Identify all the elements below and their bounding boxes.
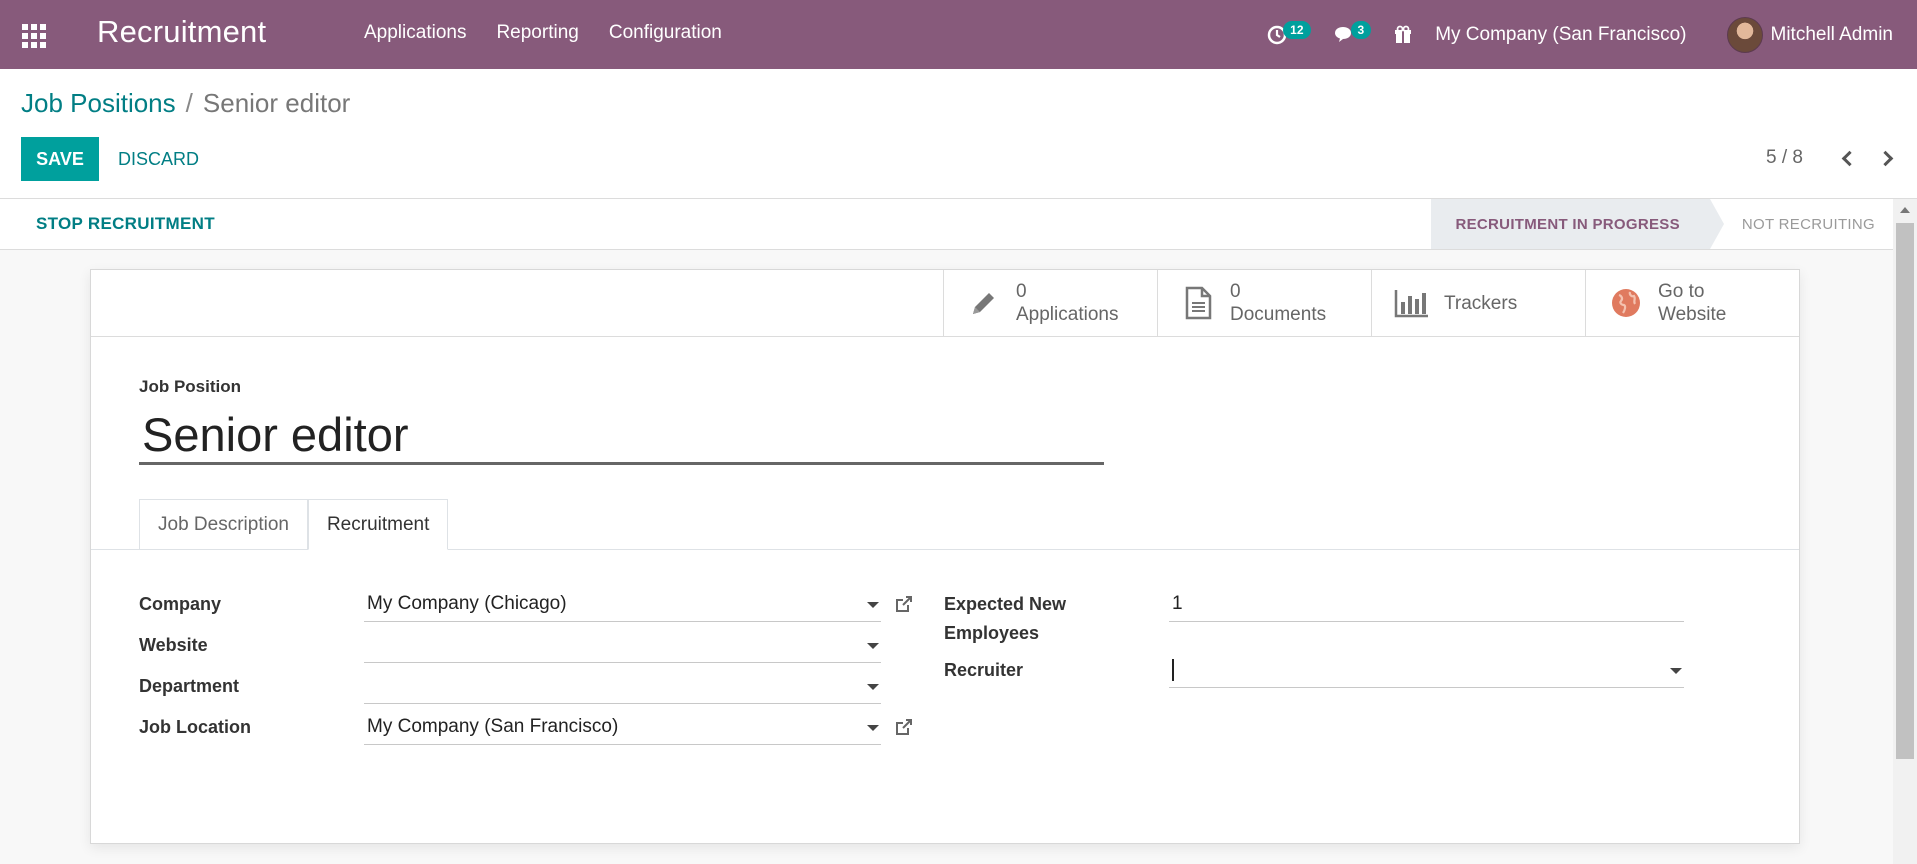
external-link-icon[interactable] [894,594,914,614]
applications-count: 0 [1016,281,1027,302]
go-to-website-smart-button[interactable]: Go to Website [1585,270,1799,336]
job-location-select[interactable]: My Company (San Francisco) [364,709,881,745]
job-location-value: My Company (San Francisco) [367,715,619,737]
trackers-smart-button[interactable]: Trackers [1371,270,1585,336]
recruiter-field-row: Recruiter [944,656,1023,685]
pager: 5 / 8 [1766,146,1917,170]
company-switcher[interactable]: My Company (San Francisco) [1435,24,1686,46]
stage-not-recruiting[interactable]: NOT RECRUITING [1710,199,1893,249]
discard-button[interactable]: DISCARD [118,137,199,181]
expected-employees-field-row: Expected New Employees [944,590,1066,648]
top-menu: Applications Reporting Configuration [364,22,752,44]
department-label: Department [139,676,240,696]
messaging-menu[interactable]: 3 [1333,20,1372,45]
button-box-divider [91,336,1799,337]
website-select[interactable] [364,627,881,663]
activity-badge: 12 [1283,20,1311,39]
tab-job-description[interactable]: Job Description [139,499,308,550]
scrollbar[interactable] [1893,199,1917,864]
user-menu[interactable]: Mitchell Admin [1726,16,1894,53]
document-icon [1180,285,1216,321]
chevron-left-icon [1841,150,1857,166]
recruiter-select[interactable] [1169,652,1684,688]
applications-label: Applications [1016,304,1119,325]
globe-icon [1608,285,1644,321]
control-panel: Job Positions / Senior editor SAVE DISCARD… [0,69,1917,199]
menu-reporting[interactable]: Reporting [496,22,578,44]
website-label: Website [139,635,208,655]
breadcrumb-current: Senior editor [202,88,351,118]
messages-badge: 3 [1350,20,1372,39]
activity-menu[interactable]: 12 [1267,20,1311,45]
trackers-label: Trackers [1444,292,1518,314]
go-to-label: Go to [1658,281,1705,302]
department-select[interactable] [364,668,881,704]
gift-icon [1395,25,1412,43]
breadcrumb-separator: / [185,88,193,118]
job-position-label: Job Position [139,377,241,396]
chevron-right-icon [1877,150,1893,166]
app-title[interactable]: Recruitment [97,14,266,50]
company-label: Company [139,594,222,614]
bar-chart-icon [1394,285,1430,321]
top-navbar: Recruitment Applications Reporting Confi… [0,0,1917,69]
job-position-name-input[interactable] [139,407,1104,465]
form-sheet: 0 Applications 0 Documents Trackers Go t… [90,269,1800,844]
stage-selector: RECRUITMENT IN PROGRESS NOT RECRUITING [1431,199,1893,249]
save-button[interactable]: SAVE [21,137,99,181]
chevron-down-icon [867,602,879,608]
avatar [1726,16,1763,53]
applications-smart-button[interactable]: 0 Applications [943,270,1157,336]
chevron-down-icon [867,684,879,690]
tab-recruitment[interactable]: Recruitment [307,499,449,550]
gift-menu[interactable] [1393,25,1413,45]
company-field-row: Company [139,590,221,619]
stop-recruitment-button[interactable]: STOP RECRUITMENT [36,214,215,234]
job-location-field-row: Job Location [139,713,251,742]
notebook-tabs: Job Description Recruitment [139,499,449,550]
chevron-down-icon [867,725,879,731]
documents-count: 0 [1230,281,1241,302]
company-select[interactable]: My Company (Chicago) [364,586,881,622]
user-name: Mitchell Admin [1770,23,1894,45]
external-link-icon[interactable] [894,717,914,737]
scrollbar-thumb[interactable] [1896,223,1914,759]
expected-employees-label-line1: Expected New [944,594,1067,614]
stage-recruitment-in-progress[interactable]: RECRUITMENT IN PROGRESS [1431,199,1725,249]
app-grid-icon[interactable] [22,24,48,48]
systray: 12 3 My Company (San Francisco) Mitchell… [1267,0,1917,69]
expected-employees-label-line2: Employees [944,623,1040,643]
website-label: Website [1658,304,1727,325]
smart-button-box: 0 Applications 0 Documents Trackers Go t… [943,270,1799,336]
pager-value[interactable]: 5 / 8 [1766,147,1803,169]
pager-previous-button[interactable] [1837,146,1857,170]
breadcrumb: Job Positions / Senior editor [21,88,350,119]
pager-next-button[interactable] [1877,146,1897,170]
breadcrumb-job-positions[interactable]: Job Positions [21,88,176,118]
scroll-up-arrow-icon[interactable] [1900,207,1910,213]
documents-label: Documents [1230,304,1327,325]
chevron-down-icon [867,643,879,649]
website-field-row: Website [139,631,208,660]
expected-employees-value: 1 [1172,592,1183,614]
department-field-row: Department [139,672,239,701]
recruiter-label: Recruiter [944,660,1024,680]
menu-applications[interactable]: Applications [364,22,466,44]
documents-smart-button[interactable]: 0 Documents [1157,270,1371,336]
expected-employees-input[interactable]: 1 [1169,586,1684,622]
company-value: My Company (Chicago) [367,592,567,614]
menu-configuration[interactable]: Configuration [609,22,722,44]
text-cursor [1172,658,1174,681]
job-location-label: Job Location [139,717,251,737]
form-statusbar: STOP RECRUITMENT RECRUITMENT IN PROGRESS… [0,199,1893,250]
chevron-down-icon [1670,668,1682,674]
pencil-icon [966,285,1002,321]
